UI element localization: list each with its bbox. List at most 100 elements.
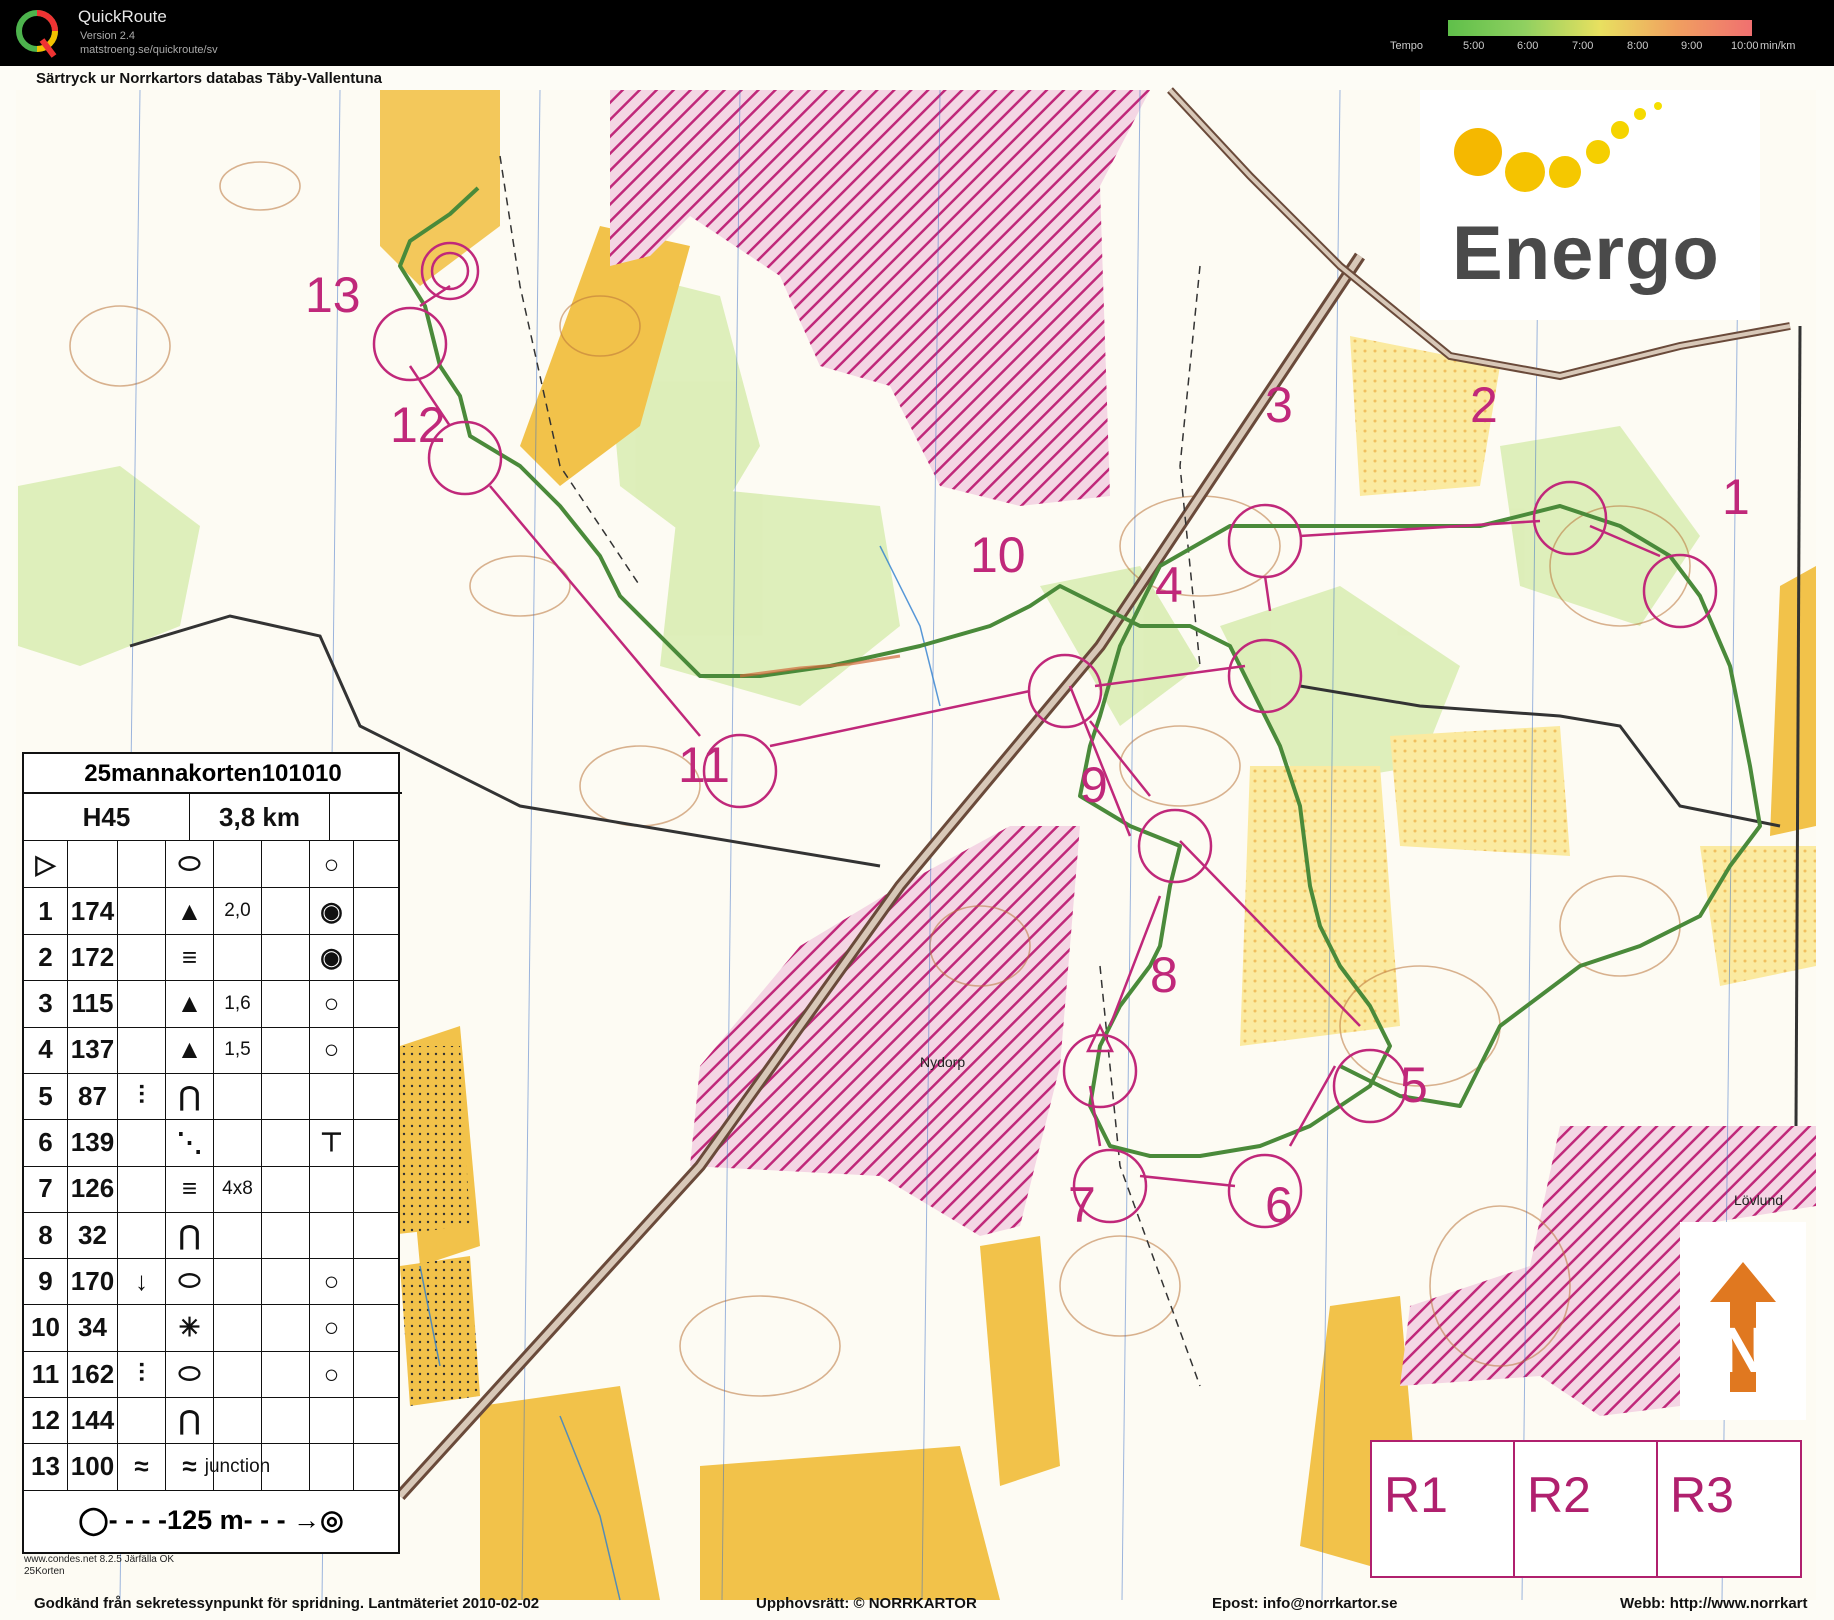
- place-name: Nydorp: [920, 1054, 966, 1070]
- description-row: 8 32 ⋂: [24, 1212, 398, 1260]
- control-code: 126: [68, 1165, 118, 1212]
- hill-symbol-icon: ⬭: [166, 841, 214, 887]
- empty-cell: [262, 980, 310, 1027]
- feature-icon: ≡: [166, 934, 214, 981]
- feature-icon: ⬭: [166, 1351, 214, 1397]
- empty-cell: [262, 1026, 310, 1073]
- feature-icon: ✳: [166, 1304, 214, 1351]
- map-header-text: Särtryck ur Norrkartors databas Täby-Val…: [36, 70, 382, 87]
- feature-icon: ▲: [166, 980, 214, 1027]
- description-row: 12 144 ⋂: [24, 1397, 398, 1445]
- empty-cell: [262, 1258, 310, 1305]
- footer-web: Webb: http://www.norrkart: [1620, 1595, 1808, 1612]
- column-d-icon: [118, 934, 166, 981]
- position-icon: ◉: [310, 934, 354, 981]
- control-seq-number: 4: [24, 1026, 68, 1073]
- empty-cell: [262, 1351, 310, 1397]
- control-seq-number: 5: [24, 1073, 68, 1120]
- control-number: 10: [970, 527, 1026, 583]
- empty-cell: [262, 888, 310, 934]
- feature-size: 2,0: [214, 888, 262, 934]
- control-code: 172: [68, 934, 118, 981]
- control-code: 144: [68, 1397, 118, 1444]
- column-d-icon: [118, 888, 166, 934]
- feature-icon: ≡: [166, 1165, 214, 1212]
- tempo-color-scale: [1448, 20, 1752, 36]
- control-number: 12: [390, 397, 446, 453]
- course-length: 3,8 km: [190, 794, 330, 840]
- description-row: 13 100 ≈ ≈ junction: [24, 1443, 398, 1491]
- position-icon: [310, 1443, 354, 1490]
- relay-box-r3: R3: [1670, 1467, 1734, 1523]
- column-d-icon: [118, 1212, 166, 1259]
- control-seq-number: 10: [24, 1304, 68, 1351]
- control-number: 6: [1265, 1177, 1293, 1233]
- control-number: 7: [1068, 1177, 1096, 1233]
- description-row: 7 126 ≡ 4x8: [24, 1165, 398, 1213]
- control-number: 5: [1400, 1057, 1428, 1113]
- description-row: 9 170 ↓ ⬭ ○: [24, 1258, 398, 1306]
- footer-email: Epost: info@norrkartor.se: [1212, 1595, 1398, 1612]
- position-icon: ○: [310, 1258, 354, 1305]
- control-seq-number: 6: [24, 1119, 68, 1166]
- control-description-sheet: 25mannakorten101010 H45 3,8 km ▷ ⬭ ○ 1 17…: [22, 752, 402, 1554]
- sponsor-dots-icon: [1454, 102, 1662, 192]
- column-d-icon: ⫶: [118, 1351, 166, 1397]
- sponsor-name: Energo: [1452, 211, 1720, 296]
- control-code: 174: [68, 888, 118, 934]
- control-seq-number: 8: [24, 1212, 68, 1259]
- control-seq-number: 7: [24, 1165, 68, 1212]
- control-code: 162: [68, 1351, 118, 1397]
- position-icon: ○: [310, 1304, 354, 1351]
- description-row: 6 139 ⋱ ⊤: [24, 1119, 398, 1167]
- empty-cell: [262, 934, 310, 981]
- position-icon: ◉: [310, 888, 354, 934]
- control-seq-number: 13: [24, 1443, 68, 1490]
- app-name: QuickRoute: [78, 7, 167, 26]
- feature-size: [214, 1212, 262, 1259]
- feature-size: [214, 1073, 262, 1120]
- control-code: 34: [68, 1304, 118, 1351]
- position-icon: ○: [310, 980, 354, 1027]
- position-icon: [310, 1212, 354, 1259]
- position-icon: [310, 1165, 354, 1212]
- app-url-link[interactable]: matstroeng.se/quickroute/sv: [80, 44, 218, 56]
- control-code: 137: [68, 1026, 118, 1073]
- empty-cell: [118, 841, 166, 887]
- finish-circle-icon: ◎: [320, 1504, 344, 1535]
- finish-row: ◯ - - - - 125 m - - - → ◎: [78, 1504, 344, 1535]
- feature-icon: ⬭: [166, 1258, 214, 1305]
- tempo-unit: min/km: [1760, 40, 1796, 52]
- feature-icon: ▲: [166, 1026, 214, 1073]
- description-row: 2 172 ≡ ◉: [24, 934, 398, 982]
- position-icon: ○: [310, 1351, 354, 1397]
- control-number: 3: [1265, 377, 1293, 433]
- tempo-label: Tempo: [1390, 40, 1424, 52]
- place-name: Lövlund: [1734, 1192, 1784, 1208]
- empty-cell: [262, 841, 310, 887]
- feature-size: [214, 1304, 262, 1351]
- column-d-icon: [118, 1026, 166, 1073]
- control-seq-number: 1: [24, 888, 68, 934]
- start-circle-icon: ◯: [78, 1504, 109, 1535]
- app-titlebar: QuickRoute Version 2.4 matstroeng.se/qui…: [0, 0, 1834, 66]
- feature-icon: ⋂: [166, 1397, 214, 1444]
- position-icon: [310, 1397, 354, 1444]
- print-info: www.condes.net 8.2.5 Järfälla OK: [24, 1554, 175, 1565]
- column-d-icon: [118, 1119, 166, 1166]
- tempo-tick: 5:00: [1463, 40, 1485, 52]
- tempo-tick: 10:00: [1731, 40, 1759, 52]
- feature-icon: ⋂: [166, 1212, 214, 1259]
- position-icon: ○: [310, 1026, 354, 1073]
- column-d-icon: [118, 980, 166, 1027]
- control-seq-number: 3: [24, 980, 68, 1027]
- control-seq-number: 11: [24, 1351, 68, 1397]
- relay-box-r2: R2: [1515, 1442, 1658, 1576]
- tempo-tick: 7:00: [1572, 40, 1594, 52]
- control-code: 100: [68, 1443, 118, 1490]
- control-seq-number: 2: [24, 934, 68, 981]
- orienteering-map[interactable]: Särtryck ur Norrkartors databas Täby-Val…: [0, 66, 1834, 1620]
- column-d-icon: [118, 1304, 166, 1351]
- relay-boxes: R1 R2 R3: [1370, 1440, 1802, 1578]
- course-title: 25mannakorten101010: [24, 754, 402, 794]
